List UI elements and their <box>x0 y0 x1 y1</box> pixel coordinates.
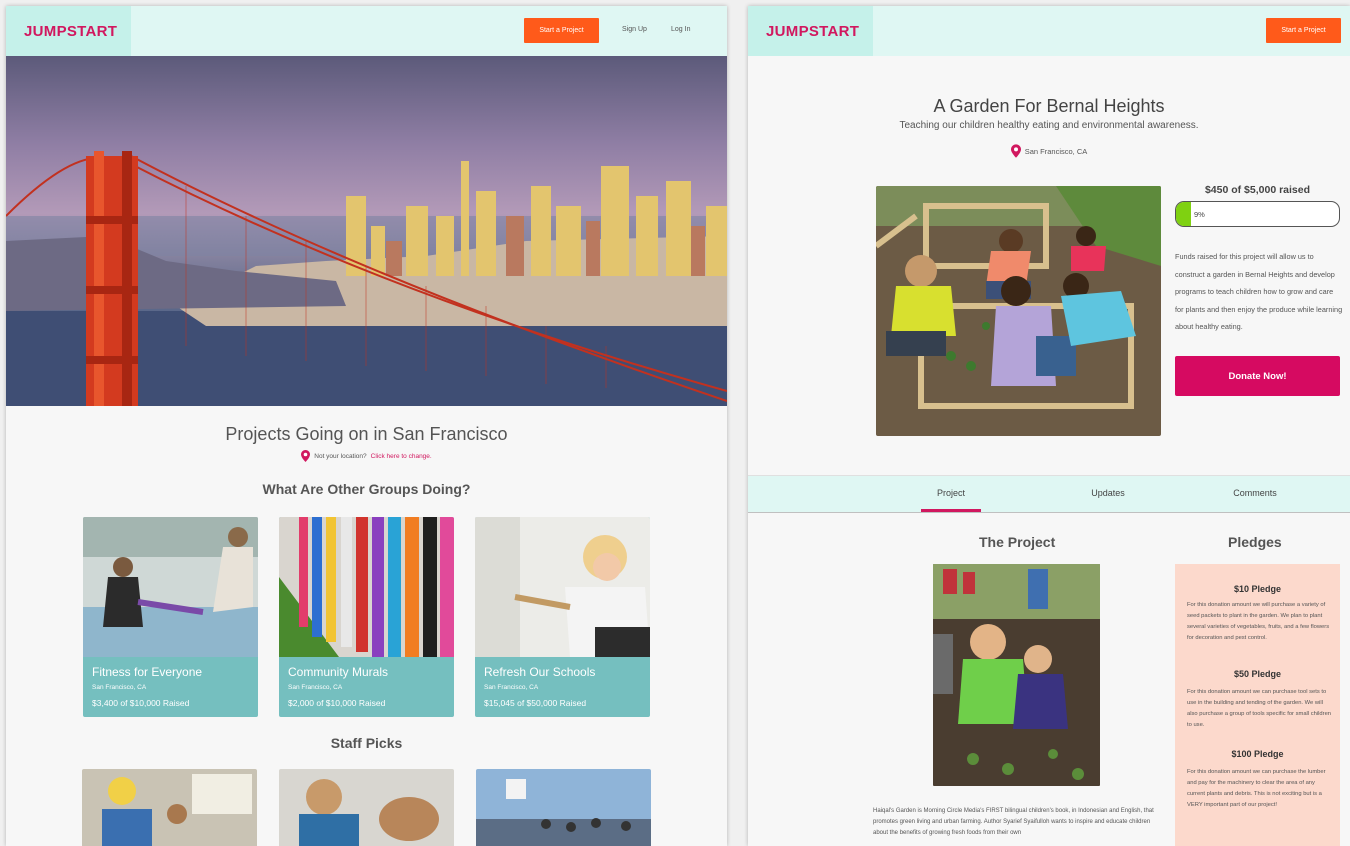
card-raised: $2,000 of $10,000 Raised <box>288 698 386 708</box>
pledge-text: For this donation amount we can purchase… <box>1187 769 1326 808</box>
staff-picks-heading: Staff Picks <box>330 735 403 751</box>
pledge-text: For this donation amount we can purchase… <box>1187 689 1332 728</box>
project-location-text: San Francisco, CA <box>1024 146 1088 156</box>
project-card[interactable]: Fitness for Everyone San Francisco, CA $… <box>83 517 258 717</box>
card-raised: $15,045 of $50,000 Raised <box>484 698 587 708</box>
funding-progress-bar: 9% <box>1175 201 1340 227</box>
staff-pick-card[interactable] <box>82 769 257 846</box>
tab-updates[interactable]: Updates <box>1068 488 1148 498</box>
top-nav: JUMPSTART Start a Project Sign Up Log In <box>6 6 727 56</box>
card-raised: $3,400 of $10,000 Raised <box>92 698 190 708</box>
project-card[interactable]: Community Murals San Francisco, CA $2,00… <box>279 517 454 717</box>
pledge-text: For this donation amount we will purchas… <box>1187 602 1330 641</box>
card-image <box>279 517 454 657</box>
card-image <box>475 517 650 657</box>
card-title: Community Murals <box>288 665 389 679</box>
project-page-window: JUMPSTART Start a Project A Garden For B… <box>748 6 1350 846</box>
project-photo <box>933 564 1100 786</box>
card-title: Fitness for Everyone <box>92 665 203 679</box>
staff-pick-card[interactable] <box>476 769 651 846</box>
location-heading: Projects Going on in San Francisco <box>225 424 508 444</box>
raised-amount: $450 of $5,000 raised <box>1204 184 1311 196</box>
location-line: Not your location? Click here to change. <box>6 450 727 462</box>
pledge-title[interactable]: $50 Pledge <box>1175 669 1340 679</box>
card-title: Refresh Our Schools <box>484 665 596 679</box>
pledges-panel: $10 Pledge For this donation amount we w… <box>1175 564 1340 846</box>
donate-button[interactable]: Donate Now! <box>1175 356 1340 396</box>
start-project-button[interactable]: Start a Project <box>524 18 599 43</box>
hero-image <box>6 56 727 406</box>
change-location-link[interactable]: Click here to change. <box>371 453 432 460</box>
project-description: Funds raised for this project will allow… <box>1175 252 1343 331</box>
log-in-link[interactable]: Log In <box>671 26 690 33</box>
top-nav: JUMPSTART Start a Project <box>748 6 1350 56</box>
project-tabs: Project Updates Comments <box>748 475 1350 513</box>
groups-heading: What Are Other Groups Doing? <box>262 481 471 497</box>
project-subtitle: Teaching our children healthy eating and… <box>899 120 1199 131</box>
logo[interactable]: JUMPSTART <box>6 6 131 56</box>
progress-fill <box>1176 202 1191 226</box>
project-location: San Francisco, CA <box>748 144 1350 158</box>
pledge-title[interactable]: $100 Pledge <box>1175 749 1340 759</box>
home-page-window: JUMPSTART Start a Project Sign Up Log In <box>6 6 727 846</box>
project-story-text: Haiqal's Garden is Morning Circle Media'… <box>873 808 1154 836</box>
card-location: San Francisco, CA <box>288 684 343 691</box>
start-project-button[interactable]: Start a Project <box>1266 18 1341 43</box>
sign-up-link[interactable]: Sign Up <box>622 26 647 33</box>
tab-comments[interactable]: Comments <box>1215 488 1295 498</box>
map-pin-icon <box>301 450 311 462</box>
project-card[interactable]: Refresh Our Schools San Francisco, CA $1… <box>475 517 650 717</box>
logo[interactable]: JUMPSTART <box>748 6 873 56</box>
pledges-heading: Pledges <box>1228 534 1282 550</box>
card-location: San Francisco, CA <box>92 684 147 691</box>
the-project-heading: The Project <box>979 534 1056 550</box>
golden-gate-illustration <box>6 151 727 406</box>
progress-percent: 9% <box>1194 210 1205 219</box>
card-image <box>83 517 258 657</box>
staff-pick-card[interactable] <box>279 769 454 846</box>
pledge-title[interactable]: $10 Pledge <box>1175 584 1340 594</box>
project-main-image <box>876 186 1161 436</box>
tab-project[interactable]: Project <box>911 488 991 512</box>
card-location: San Francisco, CA <box>484 684 539 691</box>
project-title: A Garden For Bernal Heights <box>933 96 1165 116</box>
location-prompt: Not your location? <box>314 452 367 460</box>
map-pin-icon <box>1010 144 1021 158</box>
